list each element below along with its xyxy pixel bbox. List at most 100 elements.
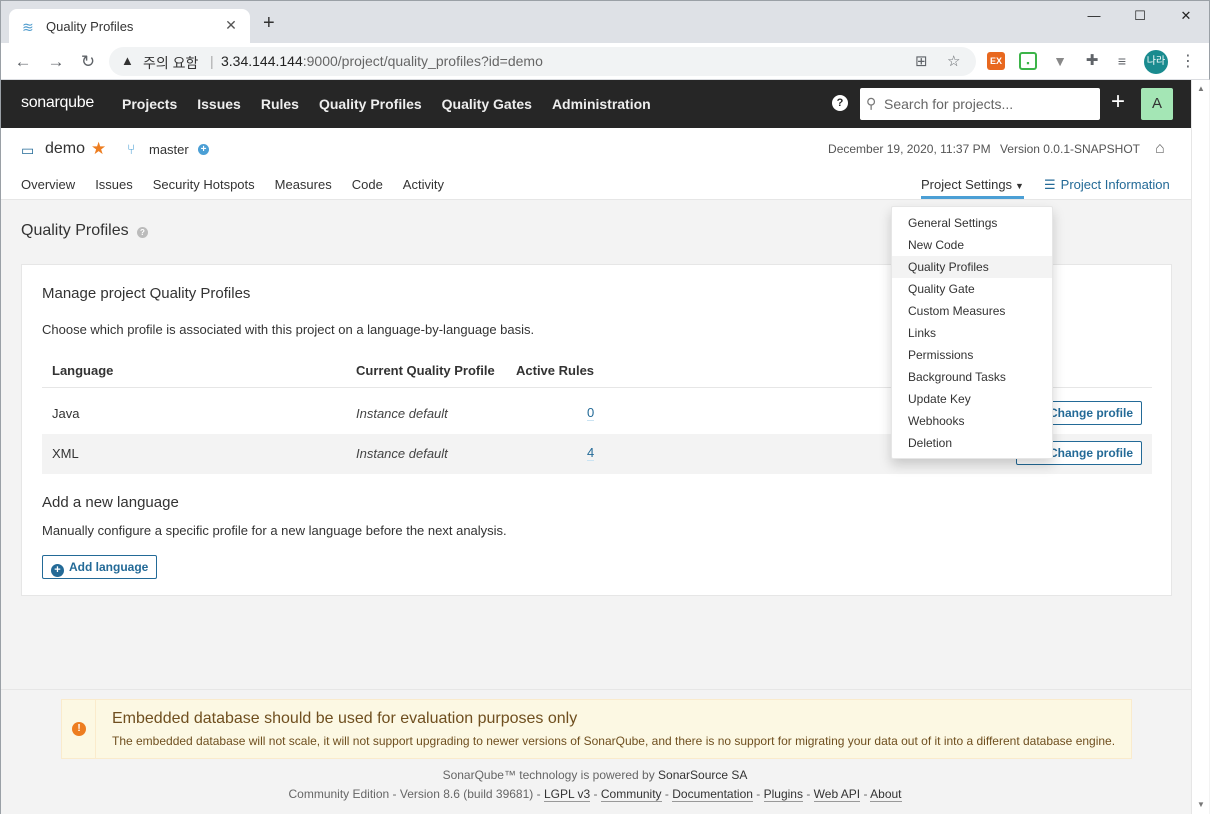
tab-security-hotspots[interactable]: Security Hotspots (153, 177, 255, 192)
tab-issues[interactable]: Issues (95, 177, 133, 192)
plus-circle-icon: + (51, 564, 64, 577)
menu-update-key[interactable]: Update Key (892, 388, 1052, 410)
warning-icon[interactable]: ▲ (121, 53, 134, 68)
favorite-star-icon[interactable]: ★ (91, 139, 106, 159)
browser-tab[interactable]: ≋ Quality Profiles ✕ (9, 9, 250, 44)
project-settings-dropdown: General Settings New Code Quality Profil… (891, 206, 1053, 459)
link-lgpl[interactable]: LGPL v3 (543, 787, 591, 802)
maximize-icon[interactable]: ☐ (1117, 1, 1163, 31)
minimize-icon[interactable]: — (1071, 1, 1117, 31)
scroll-down-icon[interactable]: ▼ (1197, 800, 1205, 809)
row-language: Java (52, 406, 80, 421)
row-active-rules-link[interactable]: 0 (587, 406, 595, 421)
nav-quality-profiles[interactable]: Quality Profiles (319, 96, 422, 112)
row-language: XML (52, 446, 79, 461)
link-web-api[interactable]: Web API (813, 787, 861, 802)
page-help-icon[interactable]: ? (137, 227, 148, 238)
footer-links: Community Edition - Version 8.6 (build 3… (288, 787, 902, 802)
menu-links[interactable]: Links (892, 322, 1052, 344)
project-information-link[interactable]: ☰ Project Information (1044, 177, 1170, 193)
browser-tabstrip: ≋ Quality Profiles ✕ + — ☐ ✕ (0, 0, 1210, 44)
menu-deletion[interactable]: Deletion (892, 432, 1052, 454)
browser-profile-avatar[interactable]: 나라 (1144, 50, 1168, 74)
project-name[interactable]: demo (45, 140, 85, 158)
tab-activity[interactable]: Activity (403, 177, 444, 192)
browser-menu-icon[interactable]: ⋮ (1176, 50, 1200, 74)
nav-projects[interactable]: Projects (122, 96, 177, 112)
create-plus-icon[interactable]: + (1111, 90, 1125, 114)
edition-text: Community Edition - Version 8.6 (build 3… (288, 787, 544, 801)
media-control-icon[interactable]: ≡ (1113, 52, 1131, 70)
menu-general-settings[interactable]: General Settings (892, 212, 1052, 234)
sonarqube-logo[interactable]: sonarqube (21, 94, 94, 112)
tab-code[interactable]: Code (352, 177, 383, 192)
page-scrollbar[interactable]: ▲ ▼ (1191, 80, 1209, 814)
link-plugins[interactable]: Plugins (763, 787, 803, 802)
extension-ex-icon[interactable]: EX (987, 52, 1005, 70)
nav-issues[interactable]: Issues (197, 96, 241, 112)
omnibox-separator: | (210, 53, 214, 69)
add-language-description: Manually configure a specific profile fo… (42, 523, 507, 538)
security-label[interactable]: 주의 요함 (143, 53, 198, 73)
col-language: Language (52, 363, 114, 378)
embedded-db-warning: ! Embedded database should be used for e… (61, 699, 1132, 759)
browser-toolbar: ← → ↻ ▲ 주의 요함 | 3.34.144.144:9000/projec… (0, 43, 1210, 80)
back-icon[interactable]: ← (11, 50, 35, 74)
add-language-button[interactable]: + Add language (42, 555, 158, 579)
powered-by: SonarQube™ technology is powered by Sona… (442, 768, 748, 782)
row-profile: Instance default (356, 446, 448, 461)
link-documentation[interactable]: Documentation (672, 787, 753, 802)
menu-quality-profiles[interactable]: Quality Profiles (892, 256, 1052, 278)
extension-v-icon[interactable]: ▼ (1051, 52, 1069, 70)
search-icon: ⚲ (866, 95, 877, 111)
menu-custom-measures[interactable]: Custom Measures (892, 300, 1052, 322)
sonarqube-favicon-icon: ≋ (22, 19, 34, 35)
row-active-rules-link[interactable]: 4 (587, 446, 595, 461)
home-icon[interactable]: ⌂ (1155, 140, 1165, 158)
project-icon: ▭ (21, 142, 35, 158)
user-avatar[interactable]: A (1141, 88, 1173, 120)
close-tab-icon[interactable]: ✕ (222, 17, 240, 34)
search-input[interactable] (884, 93, 1094, 115)
project-settings-menu[interactable]: Project Settings ▼ (921, 177, 1024, 199)
branch-name[interactable]: master (149, 142, 189, 157)
nav-quality-gates[interactable]: Quality Gates (442, 96, 532, 112)
card-title: Manage project Quality Profiles (42, 285, 251, 302)
address-bar[interactable]: ▲ 주의 요함 | 3.34.144.144:9000/project/qual… (109, 47, 976, 76)
warning-icon-cell: ! (62, 700, 96, 758)
branch-info-icon[interactable]: + (198, 144, 209, 155)
warning-text: The embedded database will not scale, it… (112, 734, 1116, 748)
extensions-puzzle-icon[interactable]: ✚ (1083, 52, 1101, 70)
menu-permissions[interactable]: Permissions (892, 344, 1052, 366)
tab-measures[interactable]: Measures (275, 177, 332, 192)
menu-background-tasks[interactable]: Background Tasks (892, 366, 1052, 388)
bookmark-star-icon[interactable]: ☆ (947, 52, 960, 70)
forward-icon[interactable]: → (44, 50, 68, 74)
scroll-up-icon[interactable]: ▲ (1197, 84, 1205, 93)
extension-green-icon[interactable]: ▪ (1019, 52, 1037, 70)
link-about[interactable]: About (870, 787, 902, 802)
new-tab-icon[interactable]: + (263, 13, 275, 33)
menu-webhooks[interactable]: Webhooks (892, 410, 1052, 432)
link-community[interactable]: Community (600, 787, 662, 802)
help-icon[interactable]: ? (832, 95, 848, 111)
card-description: Choose which profile is associated with … (42, 322, 535, 337)
exclamation-icon: ! (72, 722, 86, 736)
project-search[interactable]: ⚲ (860, 88, 1100, 120)
analysis-date: December 19, 2020, 11:37 PM (828, 142, 991, 156)
project-header: ▭ demo ★ ⑂ master + December 19, 2020, 1… (1, 128, 1191, 200)
translate-icon[interactable]: ⊞ (915, 52, 928, 70)
menu-new-code[interactable]: New Code (892, 234, 1052, 256)
window-controls: — ☐ ✕ (1071, 1, 1209, 31)
sonarsource-link[interactable]: SonarSource SA (658, 768, 747, 782)
caret-down-icon: ▼ (1015, 181, 1024, 191)
url-text[interactable]: 3.34.144.144:9000/project/quality_profil… (221, 53, 543, 69)
nav-rules[interactable]: Rules (261, 96, 299, 112)
reload-icon[interactable]: ↻ (76, 50, 100, 74)
nav-administration[interactable]: Administration (552, 96, 651, 112)
project-version: Version 0.0.1-SNAPSHOT (999, 142, 1140, 156)
tab-overview[interactable]: Overview (21, 177, 75, 192)
sonarqube-global-nav: sonarqube Projects Issues Rules Quality … (1, 80, 1191, 128)
menu-quality-gate[interactable]: Quality Gate (892, 278, 1052, 300)
close-window-icon[interactable]: ✕ (1163, 1, 1209, 31)
